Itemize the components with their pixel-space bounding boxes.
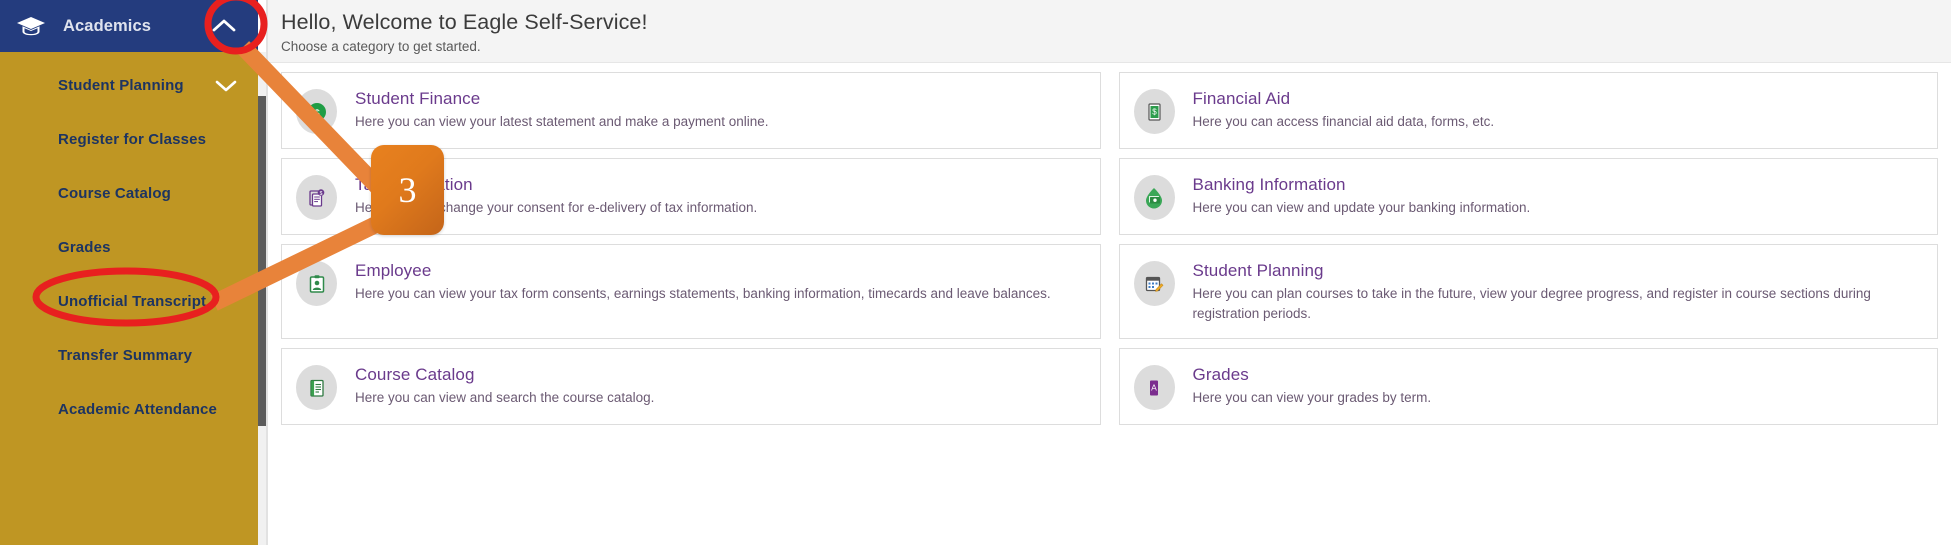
sidebar-item-course-catalog[interactable]: Course Catalog [0, 166, 258, 220]
sidebar-scrollbar-thumb[interactable] [258, 96, 266, 426]
app-root: Academics Student Planning Register for … [0, 0, 1951, 545]
svg-text:$: $ [319, 191, 322, 197]
sidebar-item-transfer-summary[interactable]: Transfer Summary [0, 328, 258, 382]
card-banking-information[interactable]: Banking Information Here you can view an… [1118, 158, 1938, 235]
money-drop-icon: $ [296, 89, 337, 134]
chevron-down-icon[interactable] [212, 77, 240, 93]
card-title: Financial Aid [1192, 89, 1291, 108]
page-header: Hello, Welcome to Eagle Self-Service! Ch… [268, 0, 1951, 63]
category-card-grid: $ Student Finance Here you can view your… [268, 63, 1951, 425]
sidebar-item-label: Academic Attendance [58, 400, 218, 418]
page-title: Hello, Welcome to Eagle Self-Service! [281, 10, 648, 34]
chevron-up-icon[interactable] [210, 17, 238, 35]
card-title: Student Planning [1192, 261, 1324, 280]
card-description: Here you can view your latest statement … [355, 114, 769, 129]
page-subtitle: Choose a category to get started. [281, 39, 481, 54]
sidebar-item-label: Course Catalog [58, 184, 171, 202]
tax-document-icon: $ [296, 175, 337, 220]
card-description: Here you can view and update your bankin… [1192, 200, 1531, 215]
sidebar-item-unofficial-transcript[interactable]: Unofficial Transcript [0, 274, 258, 328]
sidebar-nav-list: Student Planning Register for Classes Co… [0, 52, 258, 436]
dollar-document-icon: $ [1133, 89, 1175, 134]
card-description: Here you can access financial aid data, … [1192, 114, 1495, 129]
sidebar-item-label: Register for Classes [58, 130, 207, 148]
sidebar: Academics Student Planning Register for … [0, 0, 258, 545]
id-badge-icon [296, 261, 337, 306]
sidebar-header-label: Academics [63, 16, 152, 35]
calendar-pencil-icon [1133, 261, 1175, 306]
annotation-step-badge: 3 [371, 145, 444, 235]
sidebar-item-label: Unofficial Transcript [58, 292, 207, 310]
card-description: Here you can view your tax form consents… [355, 286, 1051, 301]
card-description: Here you can view and search the course … [355, 390, 655, 405]
card-description: Here you can view your grades by term. [1192, 390, 1432, 405]
card-title: Student Finance [355, 89, 481, 108]
card-employee[interactable]: Employee Here you can view your tax form… [281, 244, 1101, 339]
main-content: Hello, Welcome to Eagle Self-Service! Ch… [268, 0, 1951, 545]
bank-money-icon [1133, 175, 1175, 220]
svg-text:$: $ [1152, 107, 1157, 116]
book-icon [296, 365, 337, 410]
grade-a-icon: A [1133, 365, 1175, 410]
sidebar-item-label: Transfer Summary [58, 346, 193, 364]
card-student-finance[interactable]: $ Student Finance Here you can view your… [281, 72, 1101, 149]
card-student-planning[interactable]: Student Planning Here you can plan cours… [1118, 244, 1938, 339]
sidebar-item-label: Student Planning [58, 76, 184, 94]
card-title: Banking Information [1192, 175, 1346, 194]
graduation-cap-icon [16, 15, 46, 37]
sidebar-item-label: Grades [58, 238, 111, 256]
sidebar-header-academics[interactable]: Academics [0, 0, 258, 52]
card-description: Here you can plan courses to take in the… [1192, 286, 1871, 321]
card-financial-aid[interactable]: $ Financial Aid Here you can access fina… [1118, 72, 1938, 149]
card-course-catalog[interactable]: Course Catalog Here you can view and sea… [281, 348, 1101, 425]
sidebar-item-academic-attendance[interactable]: Academic Attendance [0, 382, 258, 436]
card-title: Employee [355, 261, 432, 280]
sidebar-item-register-for-classes[interactable]: Register for Classes [0, 112, 258, 166]
card-title: Grades [1192, 365, 1249, 384]
svg-text:$: $ [314, 108, 320, 119]
sidebar-item-student-planning[interactable]: Student Planning [0, 58, 258, 112]
svg-text:A: A [1151, 382, 1157, 392]
card-grades[interactable]: A Grades Here you can view your grades b… [1118, 348, 1938, 425]
sidebar-item-grades[interactable]: Grades [0, 220, 258, 274]
card-title: Course Catalog [355, 365, 475, 384]
